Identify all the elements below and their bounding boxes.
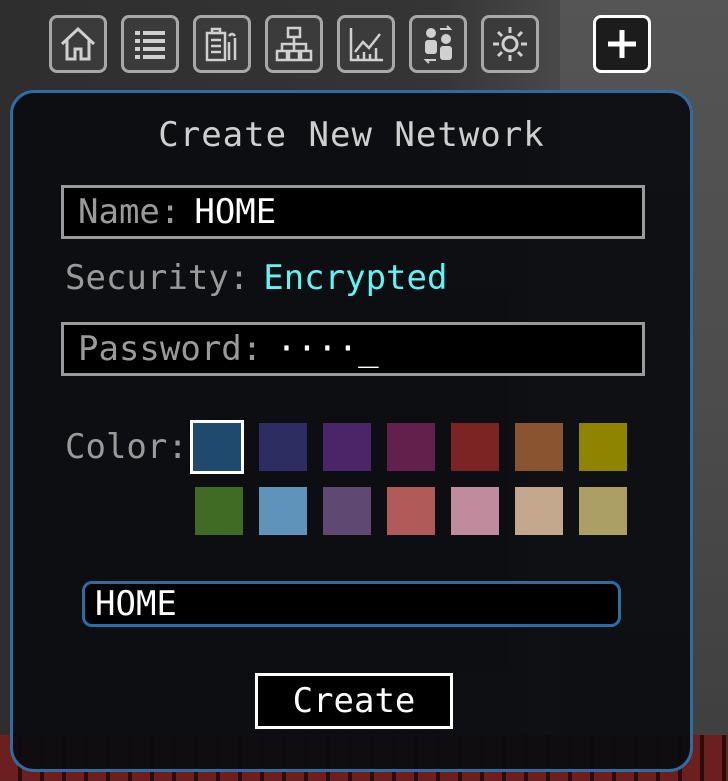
color-swatch[interactable] — [387, 487, 435, 535]
chart-icon — [349, 28, 383, 62]
password-field[interactable]: Password: ····_ — [61, 322, 645, 376]
network-hierarchy-icon — [275, 26, 313, 62]
color-swatch[interactable] — [451, 487, 499, 535]
color-swatch[interactable] — [579, 487, 627, 535]
create-button[interactable]: Create — [255, 673, 453, 729]
network-toolbar — [49, 15, 669, 77]
password-label: Password: — [78, 329, 263, 369]
color-swatch[interactable] — [259, 487, 307, 535]
home-icon — [60, 26, 96, 61]
tab-settings[interactable] — [481, 15, 539, 73]
color-swatch[interactable] — [195, 487, 243, 535]
color-swatch[interactable] — [323, 423, 371, 471]
color-swatch[interactable] — [579, 423, 627, 471]
color-swatch[interactable] — [190, 420, 244, 474]
list-icon — [135, 31, 165, 59]
plus-icon — [608, 30, 636, 58]
tab-devices[interactable] — [193, 15, 251, 73]
tab-list[interactable] — [121, 15, 179, 73]
tab-create-network[interactable] — [593, 15, 651, 73]
color-label: Color: — [65, 427, 188, 467]
network-name-preview[interactable]: HOME — [82, 581, 621, 627]
name-label: Name: — [78, 192, 181, 232]
users-transfer-icon — [423, 25, 453, 64]
tab-home[interactable] — [49, 15, 107, 73]
color-swatch[interactable] — [259, 423, 307, 471]
gear-icon — [493, 27, 527, 61]
tab-statistics[interactable] — [337, 15, 395, 73]
color-swatch[interactable] — [387, 423, 435, 471]
color-swatch[interactable] — [451, 423, 499, 471]
color-swatch[interactable] — [515, 423, 563, 471]
dialog-title: Create New Network — [158, 115, 545, 155]
tab-topology[interactable] — [265, 15, 323, 73]
name-value: HOME — [194, 192, 277, 232]
password-value: ····_ — [276, 329, 379, 369]
tab-users[interactable] — [409, 15, 467, 73]
color-swatch[interactable] — [323, 487, 371, 535]
color-swatch[interactable] — [515, 487, 563, 535]
create-network-dialog: Create New Network Name: HOME Security: E… — [10, 90, 693, 772]
device-battery-icon — [205, 27, 237, 62]
security-label: Security: — [65, 258, 250, 298]
name-field[interactable]: Name: HOME — [61, 185, 645, 239]
security-row[interactable]: Security: Encrypted — [65, 258, 447, 298]
security-value[interactable]: Encrypted — [263, 258, 447, 298]
